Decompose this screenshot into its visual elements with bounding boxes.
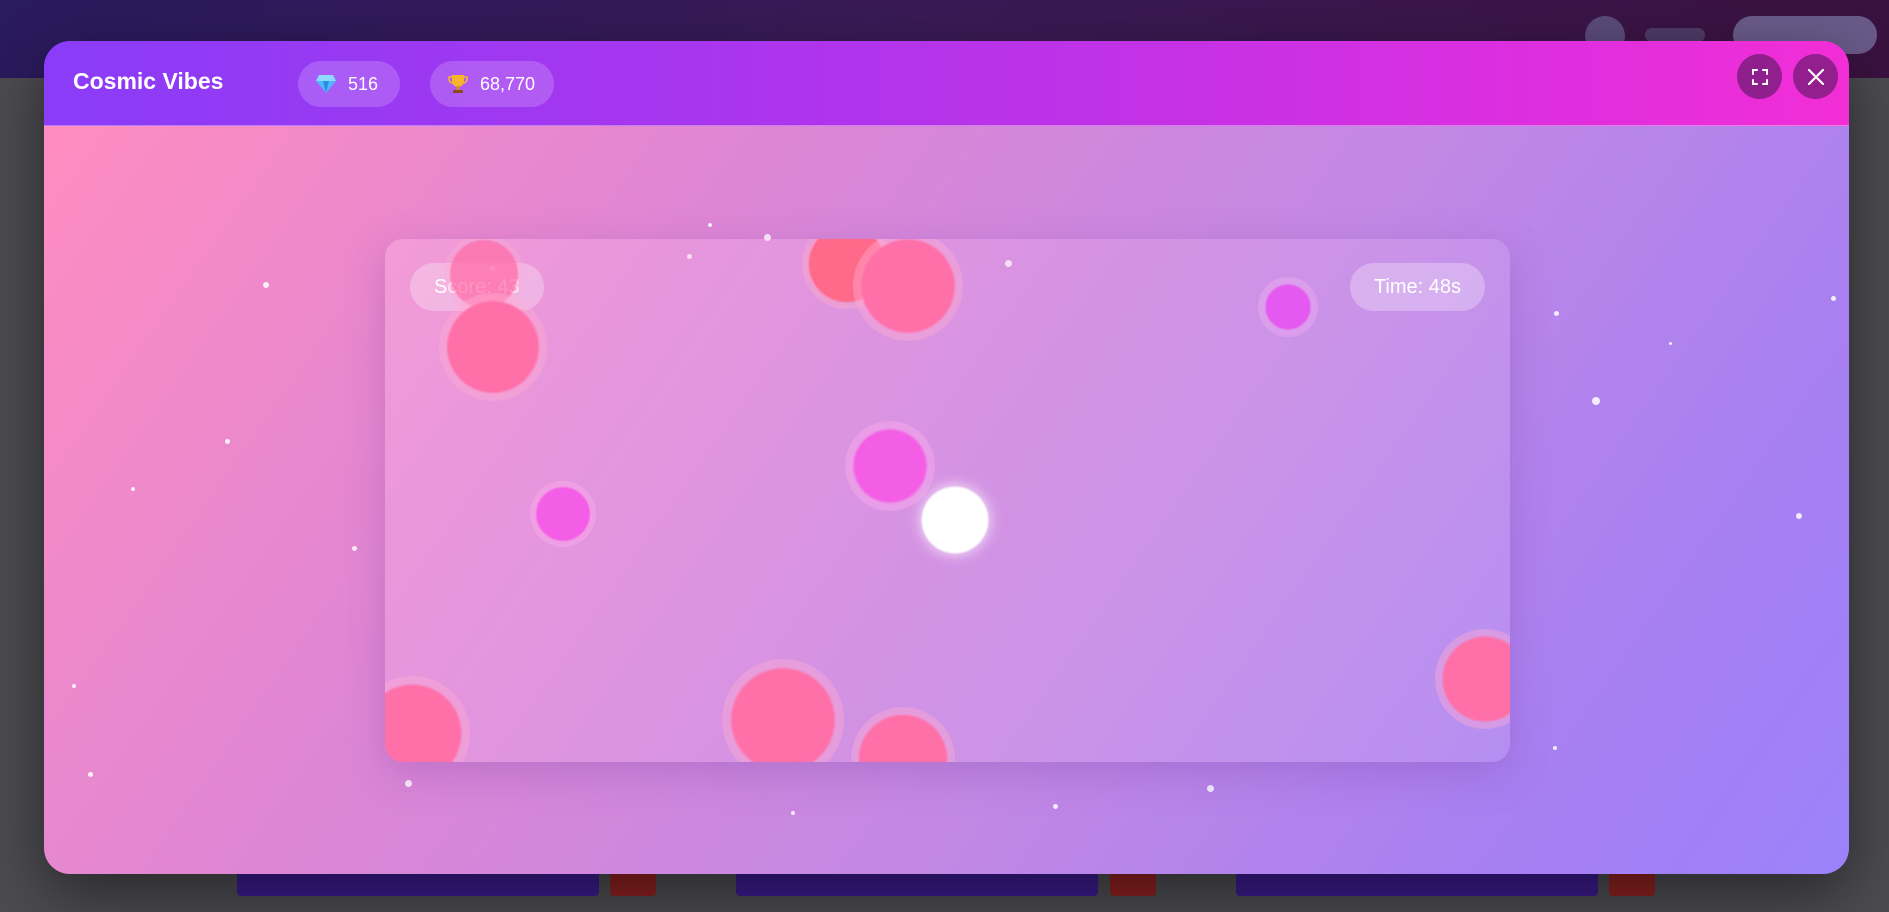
gems-value: 516	[348, 73, 379, 94]
sparkle	[1796, 513, 1802, 519]
sparkle	[72, 684, 76, 688]
magenta-orb[interactable]	[530, 481, 596, 547]
close-icon	[1807, 68, 1824, 85]
pink-orb[interactable]	[722, 659, 844, 762]
trophy-value: 68,770	[480, 73, 536, 94]
sparkle	[791, 811, 795, 815]
time-display: Time: 48s	[1349, 263, 1485, 311]
pink-orb[interactable]	[853, 239, 963, 341]
sparkle	[1207, 785, 1214, 792]
magenta-orb[interactable]	[845, 421, 935, 511]
pink-orb[interactable]	[385, 676, 470, 762]
sparkle	[708, 223, 712, 227]
fullscreen-icon	[1751, 68, 1768, 85]
background-user	[1645, 28, 1705, 42]
play-area[interactable]: Score: 43 Time: 48s	[385, 239, 1510, 762]
sparkle	[131, 487, 135, 491]
trophy-icon	[446, 72, 470, 96]
sparkle	[225, 439, 230, 444]
close-button[interactable]	[1793, 54, 1838, 99]
pink-orb[interactable]	[1435, 629, 1510, 729]
gem-icon	[314, 72, 338, 96]
pink-orb[interactable]	[439, 293, 547, 401]
sparkle	[1592, 397, 1600, 405]
sparkle	[1554, 311, 1559, 316]
game-modal: Cosmic Vibes 516 68,770 Time: 48s	[44, 41, 1849, 874]
player-orb[interactable]	[921, 486, 989, 554]
sparkle	[1553, 746, 1557, 750]
fullscreen-button[interactable]	[1737, 54, 1782, 99]
game-title: Cosmic Vibes	[73, 68, 224, 94]
sparkle	[1669, 342, 1672, 345]
sparkle	[1053, 804, 1058, 809]
sparkle	[1831, 296, 1836, 301]
game-background: Score: 43 Time: 48s	[44, 126, 1849, 874]
modal-header: Cosmic Vibes 516 68,770	[44, 41, 1849, 126]
sparkle	[263, 282, 269, 288]
pink-orb[interactable]	[851, 707, 955, 762]
violet-orb[interactable]	[1258, 277, 1318, 337]
sparkle	[88, 772, 93, 777]
gems-counter: 516	[298, 61, 400, 107]
trophy-counter: 68,770	[430, 61, 554, 107]
sparkle	[352, 546, 357, 551]
sparkle	[405, 780, 412, 787]
